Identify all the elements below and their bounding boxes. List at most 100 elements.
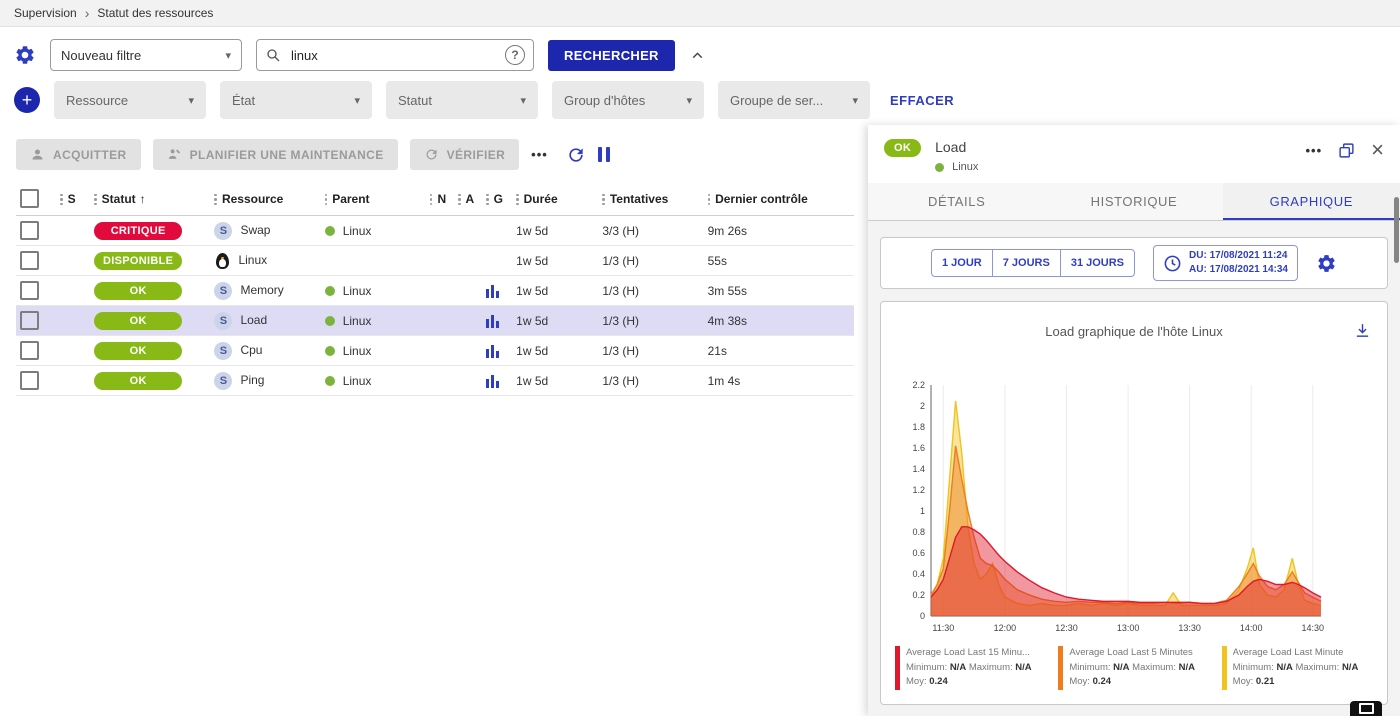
load-chart[interactable]: 00.20.40.60.811.21.41.61.822.211:3012:00…: [889, 375, 1379, 640]
table-row[interactable]: OKSCpuLinux1w 5d1/3 (H)21s: [16, 336, 854, 366]
panel-more-icon[interactable]: •••: [1305, 143, 1322, 158]
max-value: N/A: [1179, 662, 1195, 673]
status-badge: OK: [94, 312, 182, 330]
help-icon[interactable]: ?: [505, 45, 525, 65]
column-header[interactable]: A: [454, 182, 482, 216]
row-checkbox[interactable]: [20, 281, 39, 300]
add-criteria-button[interactable]: +: [14, 87, 40, 113]
panel-parent: Linux: [952, 161, 978, 173]
column-header[interactable]: Ressource: [210, 182, 320, 216]
download-icon[interactable]: [1354, 322, 1371, 344]
graph-settings-gear-icon[interactable]: [1316, 253, 1337, 274]
column-header[interactable]: N: [426, 182, 454, 216]
column-drag-icon[interactable]: [325, 194, 328, 206]
actions-toolbar: ACQUITTER PLANIFIER UNE MAINTENANCE VÉRI…: [0, 125, 868, 182]
column-drag-icon[interactable]: [60, 194, 63, 206]
svg-text:0.6: 0.6: [912, 548, 925, 558]
fullscreen-icon[interactable]: [1350, 701, 1382, 716]
select-all-checkbox[interactable]: [20, 189, 39, 208]
column-drag-icon[interactable]: [94, 194, 97, 206]
panel-scrollbar[interactable]: [1394, 197, 1399, 263]
range-7days-button[interactable]: 7 JOURS: [992, 249, 1061, 277]
column-header[interactable]: Durée: [512, 182, 598, 216]
parent-name: Linux: [343, 344, 372, 358]
row-checkbox[interactable]: [20, 371, 39, 390]
row-checkbox[interactable]: [20, 311, 39, 330]
table-row[interactable]: OKSLoadLinux1w 5d1/3 (H)4m 38s: [16, 306, 854, 336]
table-row[interactable]: CRITIQUESSwapLinux1w 5d3/3 (H)9m 26s: [16, 216, 854, 246]
tab-details[interactable]: DÉTAILS: [868, 183, 1045, 220]
clear-filters-button[interactable]: EFFACER: [890, 93, 954, 108]
column-header[interactable]: Dernier contrôle: [704, 182, 854, 216]
chevron-down-icon: ▾: [225, 49, 231, 62]
column-label: A: [466, 192, 475, 206]
avg-value: 0.24: [929, 676, 948, 687]
min-label: Minimum:: [1069, 662, 1110, 673]
duration-value: 1w 5d: [516, 224, 548, 238]
duration-value: 1w 5d: [516, 254, 548, 268]
tab-history[interactable]: HISTORIQUE: [1045, 183, 1222, 220]
copy-link-icon[interactable]: [1338, 142, 1355, 159]
column-drag-icon[interactable]: [602, 194, 605, 206]
column-header[interactable]: Statut↑: [90, 182, 210, 216]
host-status-dot-icon: [325, 376, 335, 386]
criteria-resource-select[interactable]: Ressource ▾: [54, 81, 206, 119]
max-value: N/A: [1342, 662, 1358, 673]
column-header[interactable]: Tentatives: [598, 182, 703, 216]
criteria-state-select[interactable]: État ▾: [220, 81, 372, 119]
column-header[interactable]: S: [56, 182, 90, 216]
legend-item[interactable]: Average Load Last MinuteMinimum: N/A Max…: [1222, 646, 1373, 690]
column-drag-icon[interactable]: [486, 194, 489, 206]
clock-icon: [1163, 254, 1182, 273]
column-drag-icon[interactable]: [458, 194, 461, 206]
range-31days-button[interactable]: 31 JOURS: [1060, 249, 1135, 277]
search-input[interactable]: [289, 47, 497, 64]
pause-refresh-icon[interactable]: [598, 147, 610, 162]
column-drag-icon[interactable]: [430, 194, 433, 206]
table-row[interactable]: DISPONIBLELinux1w 5d1/3 (H)55s: [16, 246, 854, 276]
criteria-hostgroup-select[interactable]: Group d'hôtes ▾: [552, 81, 704, 119]
refresh-icon[interactable]: [566, 145, 586, 165]
breadcrumb-root[interactable]: Supervision: [14, 6, 77, 20]
check-button[interactable]: VÉRIFIER: [410, 139, 520, 170]
legend-item[interactable]: Average Load Last 5 MinutesMinimum: N/A …: [1058, 646, 1209, 690]
tries-value: 1/3 (H): [602, 374, 639, 388]
row-checkbox[interactable]: [20, 251, 39, 270]
tab-graph[interactable]: GRAPHIQUE: [1223, 183, 1400, 220]
legend-item[interactable]: Average Load Last 15 Minu...Minimum: N/A…: [895, 646, 1046, 690]
row-checkbox[interactable]: [20, 221, 39, 240]
resource-name: Linux: [238, 253, 267, 267]
more-actions-icon[interactable]: •••: [531, 147, 548, 162]
criteria-status-select[interactable]: Statut ▾: [386, 81, 538, 119]
column-header[interactable]: Parent: [321, 182, 426, 216]
column-header[interactable]: G: [482, 182, 512, 216]
host-status-dot-icon: [325, 346, 335, 356]
table-row[interactable]: OKSMemoryLinux1w 5d1/3 (H)3m 55s: [16, 276, 854, 306]
column-drag-icon[interactable]: [516, 194, 519, 206]
graph-icon[interactable]: [486, 315, 499, 328]
svg-text:13:00: 13:00: [1117, 623, 1140, 633]
search-button[interactable]: RECHERCHER: [548, 40, 675, 71]
breadcrumb-separator-icon: ›: [85, 5, 90, 21]
acknowledge-button[interactable]: ACQUITTER: [16, 139, 141, 170]
maintenance-button[interactable]: PLANIFIER UNE MAINTENANCE: [153, 139, 398, 170]
period-picker[interactable]: DU: 17/08/2021 11:24 AU: 17/08/2021 14:3…: [1153, 245, 1298, 281]
column-drag-icon[interactable]: [214, 194, 217, 206]
table-row[interactable]: OKSPingLinux1w 5d1/3 (H)1m 4s: [16, 366, 854, 396]
range-1day-button[interactable]: 1 JOUR: [931, 249, 993, 277]
graph-icon[interactable]: [486, 345, 499, 358]
status-badge: CRITIQUE: [94, 222, 182, 240]
filter-settings-gear-icon[interactable]: [14, 44, 36, 66]
min-value: N/A: [950, 662, 966, 673]
close-icon[interactable]: ×: [1371, 139, 1384, 161]
collapse-filters-chevron-up-icon[interactable]: [689, 47, 706, 64]
acknowledge-label: ACQUITTER: [53, 148, 127, 162]
graph-icon[interactable]: [486, 285, 499, 298]
filter-preset-select[interactable]: Nouveau filtre ▾: [50, 39, 242, 71]
column-drag-icon[interactable]: [708, 194, 711, 206]
graph-icon[interactable]: [486, 375, 499, 388]
service-icon: S: [214, 222, 232, 240]
resource-name: Cpu: [240, 343, 262, 357]
row-checkbox[interactable]: [20, 341, 39, 360]
criteria-servicegroup-select[interactable]: Groupe de ser... ▾: [718, 81, 870, 119]
